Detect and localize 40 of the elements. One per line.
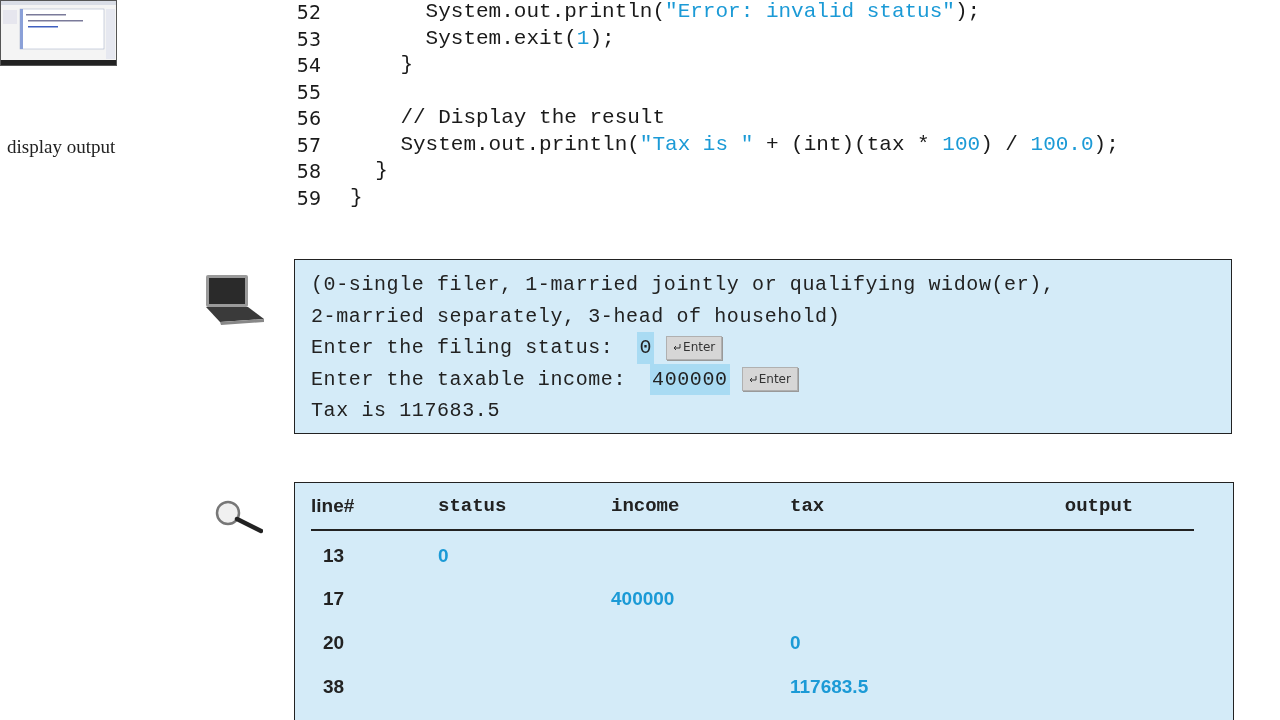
column-header: output [1064, 494, 1134, 517]
line-number: 55 [295, 79, 321, 105]
column-header: income [611, 494, 680, 517]
table-cell: 20 [323, 631, 345, 653]
code-line: // Display the result [399, 105, 666, 131]
code-line: } [374, 158, 388, 184]
table-cell: 0 [790, 631, 801, 653]
line-number: 59 [295, 185, 321, 211]
column-header: status [438, 494, 507, 517]
code-line: } [399, 52, 413, 78]
code-line: System.out.println("Tax is " + (int)(tax * 100) / 100.0); [399, 131, 1119, 158]
console-text: Enter the taxable income: [311, 366, 627, 393]
table-cell: 38 [323, 675, 345, 697]
magnifier-icon [215, 500, 263, 534]
line-number: 56 [295, 106, 321, 131]
code-line: } [350, 184, 363, 211]
console-text: (0-single filer, 1-married jointly or qualifying widow(er), [311, 272, 1055, 298]
column-header: line# [311, 494, 355, 516]
return-icon [748, 375, 757, 383]
line-number: 54 [295, 53, 321, 78]
line-number: 53 [295, 26, 321, 52]
laptop-icon [203, 275, 265, 325]
table-cell: 400000 [611, 588, 675, 610]
column-header: tax [790, 494, 825, 517]
enter-key: Enter [741, 367, 798, 392]
step-label: display output [7, 135, 116, 159]
line-number: 52 [295, 0, 321, 25]
table-cell: 17 [323, 588, 345, 610]
code-line: System.out.println("Error: invalid status"); [424, 0, 981, 25]
table-cell: 117683.5 [790, 675, 869, 697]
return-icon [673, 344, 682, 352]
line-number: 57 [295, 132, 321, 158]
line-number: 58 [295, 159, 321, 184]
table-cell: 0 [438, 544, 449, 566]
console-text: Tax is 117683.5 [311, 398, 501, 424]
enter-key: Enter [666, 335, 723, 360]
code-line: System.exit(1); [424, 25, 615, 52]
console-text: 2-married separately, 3-head of household) [311, 303, 841, 330]
console-text: Enter the filing status: [311, 335, 614, 361]
table-cell: 13 [323, 544, 345, 566]
